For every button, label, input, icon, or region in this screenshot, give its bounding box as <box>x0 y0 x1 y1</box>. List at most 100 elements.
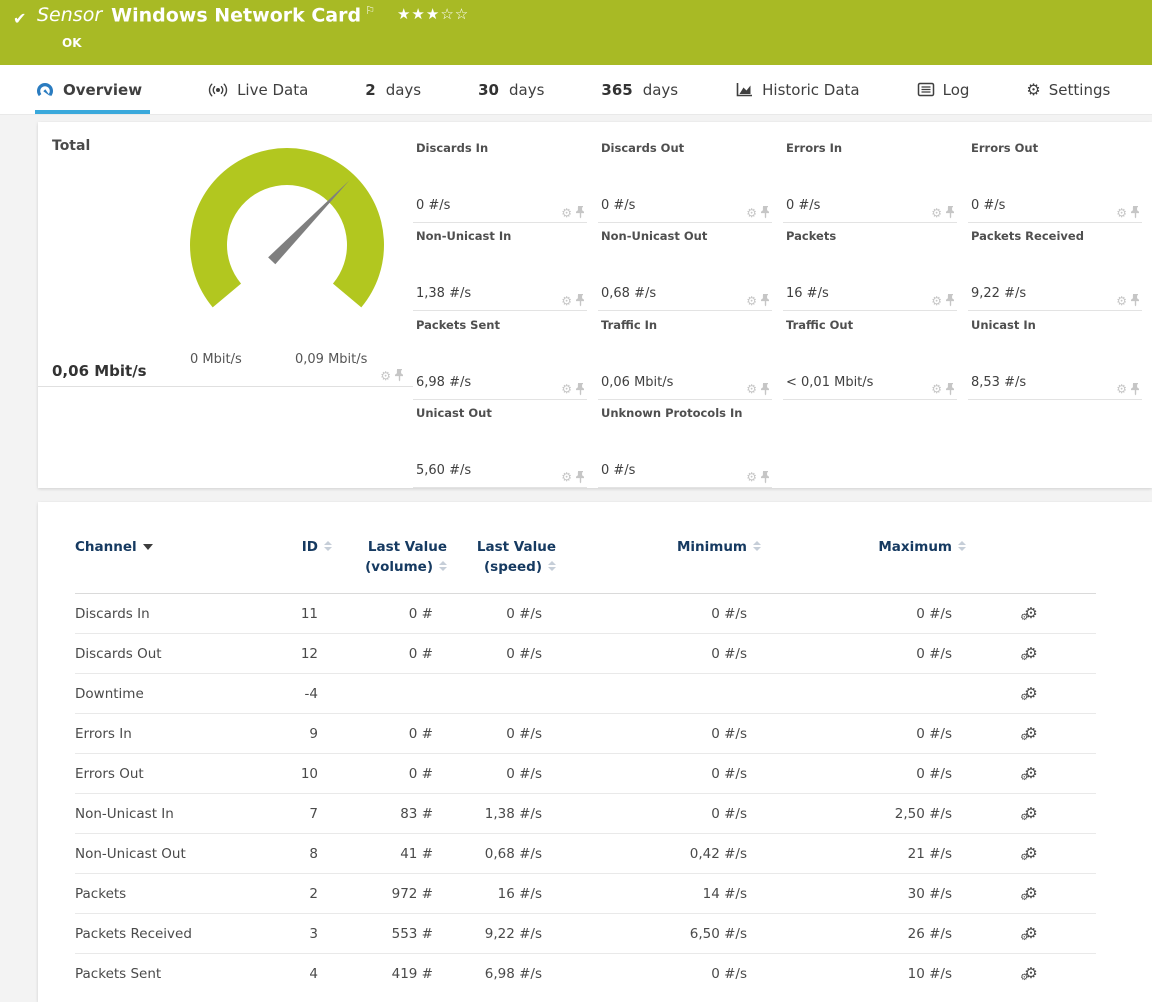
gauge-cell-non-unicast-in[interactable]: Non-Unicast In 1,38 #/s ⚙ <box>413 223 598 311</box>
gear-icon[interactable]: ⚙ <box>931 383 942 395</box>
pin-icon[interactable] <box>1130 206 1141 219</box>
pin-icon[interactable] <box>575 294 586 307</box>
gauge-cell-discards-in[interactable]: Discards In0 #/s⚙ <box>413 135 598 223</box>
pin-icon[interactable] <box>760 383 771 396</box>
pin-icon[interactable] <box>1130 383 1141 396</box>
cell-channel: Packets Sent <box>75 954 255 994</box>
divider <box>38 386 413 387</box>
gear-icon[interactable]: ⚙ <box>1116 207 1127 219</box>
tab-live-data[interactable]: Live Data <box>207 65 308 114</box>
cell-last-speed: 9,22 #/s <box>447 914 556 954</box>
column-header-minimum[interactable]: Minimum <box>556 538 761 594</box>
pin-icon[interactable] <box>945 294 956 307</box>
total-gauge-cell[interactable]: Total 0 Mbit/s 0,09 Mbit/s 0,06 Mbit/s ⚙ <box>38 122 413 387</box>
channel-settings-gear-icon[interactable]: ⚙⚙ <box>1024 806 1037 821</box>
gauge-cell-traffic-out[interactable]: Traffic Out< 0,01 Mbit/s⚙ <box>783 312 968 400</box>
cell-minimum: 6,50 #/s <box>556 914 761 954</box>
gear-icon[interactable]: ⚙ <box>1116 383 1127 395</box>
gauge-cell-non-unicast-out[interactable]: Non-Unicast Out0,68 #/s⚙ <box>598 223 783 311</box>
pin-icon[interactable] <box>575 471 586 484</box>
pin-icon[interactable] <box>945 206 956 219</box>
column-header-channel[interactable]: Channel <box>75 538 255 594</box>
divider <box>783 399 957 400</box>
cell-last-speed: 0 #/s <box>447 714 556 754</box>
gear-icon[interactable]: ⚙ <box>380 370 391 382</box>
channel-settings-gear-icon[interactable]: ⚙⚙ <box>1024 886 1037 901</box>
column-header-last-value[interactable]: Last Value(volume) <box>332 538 447 594</box>
cell-maximum <box>761 674 966 714</box>
cell-actions: ⚙⚙ <box>966 594 1096 634</box>
pin-icon[interactable] <box>945 383 956 396</box>
pin-icon[interactable] <box>575 383 586 396</box>
pin-icon[interactable] <box>760 294 771 307</box>
gear-icon[interactable]: ⚙ <box>746 471 757 483</box>
gauge-cell-packets[interactable]: Packets16 #/s⚙ <box>783 223 968 311</box>
tab-historic-data[interactable]: Historic Data <box>735 65 860 114</box>
column-label: ID <box>302 539 318 555</box>
tab-days-365[interactable]: 365days <box>601 65 678 114</box>
channel-settings-gear-icon[interactable]: ⚙⚙ <box>1024 766 1037 781</box>
gear-icon[interactable]: ⚙ <box>561 207 572 219</box>
gauge-cell-icons: ⚙ <box>1116 206 1141 219</box>
gauge-label: Unicast Out <box>416 406 492 420</box>
gauge-cell-errors-in[interactable]: Errors In0 #/s⚙ <box>783 135 968 223</box>
gauge-label: Non-Unicast In <box>416 229 511 243</box>
pin-icon[interactable] <box>760 471 771 484</box>
gear-icon[interactable]: ⚙ <box>561 471 572 483</box>
cell-actions: ⚙⚙ <box>966 834 1096 874</box>
gauge-value: 5,60 #/s <box>416 463 471 478</box>
column-header-maximum[interactable]: Maximum <box>761 538 966 594</box>
gauge-cell-icons: ⚙ <box>1116 383 1141 396</box>
gauge-cell-packets-received[interactable]: Packets Received9,22 #/s⚙ <box>968 223 1152 311</box>
gauge-cell-unicast-out[interactable]: Unicast Out 5,60 #/s ⚙ <box>413 400 598 488</box>
table-row: Packets Received3553 #9,22 #/s6,50 #/s26… <box>75 914 1096 954</box>
flag-icon[interactable]: ⚐ <box>365 4 375 17</box>
gear-icon[interactable]: ⚙ <box>746 295 757 307</box>
gauge-value: 6,98 #/s <box>416 375 471 390</box>
rating-stars[interactable]: ★★★☆☆ <box>397 5 469 23</box>
gear-icon[interactable]: ⚙ <box>746 207 757 219</box>
gauge-cell-discards-out[interactable]: Discards Out0 #/s⚙ <box>598 135 783 223</box>
gauge-value: 1,38 #/s <box>416 286 471 301</box>
pin-icon[interactable] <box>1130 294 1141 307</box>
cell-maximum: 0 #/s <box>761 754 966 794</box>
table-row: Errors In90 #0 #/s0 #/s0 #/s⚙⚙ <box>75 714 1096 754</box>
pin-icon[interactable] <box>575 206 586 219</box>
gauge-cell-errors-out[interactable]: Errors Out0 #/s⚙ <box>968 135 1152 223</box>
gear-icon[interactable]: ⚙ <box>746 383 757 395</box>
channel-settings-gear-icon[interactable]: ⚙⚙ <box>1024 726 1037 741</box>
gauge-value: 0 #/s <box>786 198 820 213</box>
channel-settings-gear-icon[interactable]: ⚙⚙ <box>1024 646 1037 661</box>
pin-icon[interactable] <box>760 206 771 219</box>
gear-icon[interactable]: ⚙ <box>931 295 942 307</box>
gauge-cell-packets-sent[interactable]: Packets Sent6,98 #/s⚙ <box>413 312 598 400</box>
tab-days-2[interactable]: 2days <box>365 65 421 114</box>
tab-log[interactable]: Log <box>917 65 970 114</box>
table-row: Discards In110 #0 #/s0 #/s0 #/s⚙⚙ <box>75 594 1096 634</box>
gauge-cell-unicast-in[interactable]: Unicast In8,53 #/s⚙ <box>968 312 1152 400</box>
cell-actions: ⚙⚙ <box>966 794 1096 834</box>
channel-settings-gear-icon[interactable]: ⚙⚙ <box>1024 846 1037 861</box>
tab-settings[interactable]: ⚙Settings <box>1026 65 1110 114</box>
gauge-cell-traffic-in[interactable]: Traffic In0,06 Mbit/s⚙ <box>598 312 783 400</box>
gauge-cell-icons: ⚙ <box>561 471 586 484</box>
gear-icon[interactable]: ⚙ <box>561 383 572 395</box>
column-header-last-value[interactable]: Last Value(speed) <box>447 538 556 594</box>
column-header-id[interactable]: ID <box>255 538 332 594</box>
pin-icon[interactable] <box>394 369 405 382</box>
tab-days-30[interactable]: 30days <box>478 65 544 114</box>
cell-last-speed <box>447 674 556 714</box>
channel-settings-gear-icon[interactable]: ⚙⚙ <box>1024 966 1037 981</box>
channels-panel: Channel ID Last Value(volume)Last Value(sp… <box>38 502 1152 1002</box>
cell-minimum: 0,42 #/s <box>556 834 761 874</box>
gear-icon[interactable]: ⚙ <box>1116 295 1127 307</box>
channel-settings-gear-icon[interactable]: ⚙⚙ <box>1024 606 1037 621</box>
tab-overview[interactable]: Overview <box>35 65 150 114</box>
gear-icon[interactable]: ⚙ <box>931 207 942 219</box>
gear-icon[interactable]: ⚙ <box>561 295 572 307</box>
gauge-label: Packets <box>786 229 836 243</box>
gauge-cell-unknown-protocols-in[interactable]: Unknown Protocols In0 #/s⚙ <box>598 400 783 488</box>
channel-settings-gear-icon[interactable]: ⚙⚙ <box>1024 926 1037 941</box>
channel-settings-gear-icon[interactable]: ⚙⚙ <box>1024 686 1037 701</box>
cell-channel: Packets Received <box>75 914 255 954</box>
